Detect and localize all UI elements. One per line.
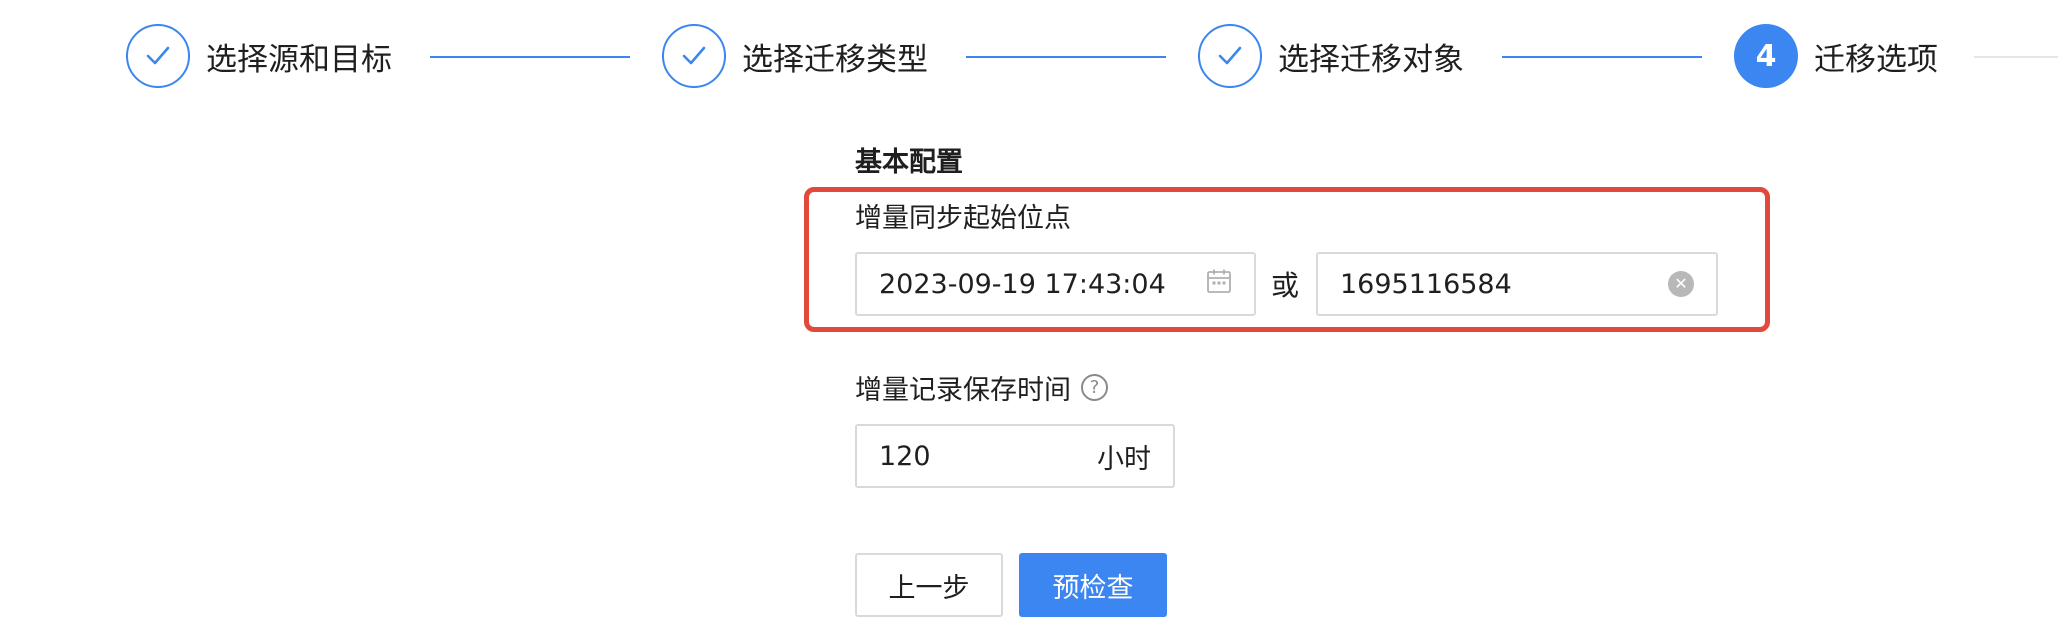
- migration-options-page: 选择源和目标 选择迁移类型 选择迁移对象 4 迁移选项 基本配置 增量同步起始位…: [0, 0, 2058, 626]
- step-select-migration-objects[interactable]: 选择迁移对象: [1198, 24, 1464, 88]
- start-position-label-text: 增量同步起始位点: [855, 203, 1071, 234]
- step-label: 选择迁移类型: [742, 41, 928, 78]
- step-label: 迁移选项: [1814, 41, 1938, 78]
- retention-label-text: 增量记录保存时间: [855, 375, 1071, 406]
- step-connector: [966, 56, 1166, 58]
- previous-step-button[interactable]: 上一步: [855, 553, 1003, 617]
- step-connector: [430, 56, 630, 58]
- check-icon: [126, 24, 190, 88]
- step-label: 选择源和目标: [206, 41, 392, 78]
- check-icon: [662, 24, 726, 88]
- timestamp-value[interactable]: 1695116584: [1340, 269, 1668, 300]
- datetime-picker[interactable]: 2023-09-19 17:43:04: [855, 252, 1256, 316]
- calendar-icon[interactable]: [1206, 268, 1232, 301]
- retention-value[interactable]: 120: [879, 441, 1097, 472]
- start-position-label: 增量同步起始位点: [855, 196, 1071, 235]
- check-icon: [1198, 24, 1262, 88]
- retention-label: 增量记录保存时间 ?: [855, 368, 1108, 407]
- step-connector: [1974, 56, 2058, 58]
- step-select-source-target[interactable]: 选择源和目标: [126, 24, 392, 88]
- help-icon[interactable]: ?: [1081, 374, 1108, 401]
- section-title: 基本配置: [855, 147, 963, 178]
- datetime-value[interactable]: 2023-09-19 17:43:04: [879, 269, 1206, 300]
- step-number-badge: 4: [1734, 24, 1798, 88]
- step-migration-options[interactable]: 4 迁移选项: [1734, 24, 1938, 88]
- or-separator: 或: [1271, 269, 1300, 302]
- step-connector: [1502, 56, 1702, 58]
- retention-unit: 小时: [1097, 443, 1151, 475]
- clear-icon[interactable]: ✕: [1668, 271, 1694, 297]
- step-select-migration-type[interactable]: 选择迁移类型: [662, 24, 928, 88]
- step-label: 选择迁移对象: [1278, 41, 1464, 78]
- steps-bar: 选择源和目标 选择迁移类型 选择迁移对象 4 迁移选项: [0, 24, 2058, 88]
- retention-input[interactable]: 120 小时: [855, 424, 1175, 488]
- precheck-button[interactable]: 预检查: [1019, 553, 1167, 617]
- timestamp-input[interactable]: 1695116584 ✕: [1316, 252, 1718, 316]
